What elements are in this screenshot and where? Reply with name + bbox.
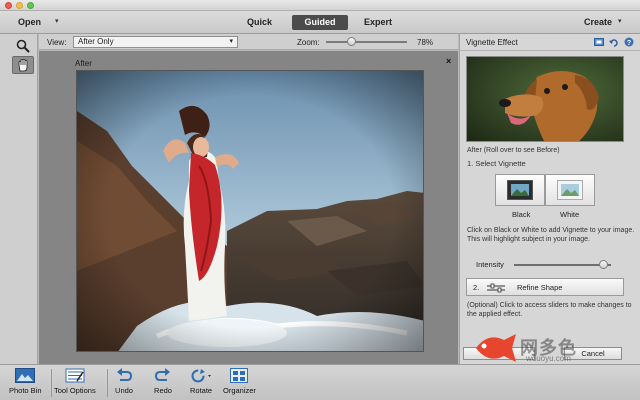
preview-thumbnail[interactable] bbox=[466, 56, 624, 142]
refine-shape-button[interactable]: 2. Refine Shape bbox=[466, 278, 624, 296]
hand-tool-button[interactable] bbox=[12, 56, 34, 74]
photo-bin-button[interactable]: Photo Bin bbox=[9, 367, 42, 395]
watermark-url: wduoyu.com bbox=[526, 354, 571, 363]
options-bar: View: After Only ▾ Zoom: 78% bbox=[39, 34, 458, 50]
chevron-down-icon[interactable]: ▾ bbox=[618, 17, 622, 25]
tab-quick[interactable]: Quick bbox=[247, 17, 272, 27]
window-titlebar bbox=[0, 0, 640, 11]
black-label: Black bbox=[512, 210, 531, 219]
white-label: White bbox=[560, 210, 580, 219]
undo-button[interactable]: Undo bbox=[113, 367, 135, 395]
rotate-button[interactable]: Rotate bbox=[190, 367, 212, 395]
watermark: 网多色 wduoyu.com bbox=[460, 332, 640, 364]
redo-icon bbox=[154, 368, 170, 381]
view-label: View: bbox=[47, 38, 67, 47]
rotate-label: Rotate bbox=[190, 386, 213, 395]
panel-title: Vignette Effect bbox=[466, 38, 518, 47]
screen-icon[interactable] bbox=[593, 37, 604, 47]
zoom-label: Zoom: bbox=[297, 38, 320, 47]
organizer-label: Organizer bbox=[223, 386, 256, 395]
tool-options-icon bbox=[65, 368, 85, 383]
organizer-button[interactable]: Organizer bbox=[223, 367, 256, 395]
open-menu[interactable]: Open bbox=[18, 17, 41, 27]
canvas-area[interactable]: After × bbox=[39, 51, 458, 364]
canvas-view-label: After bbox=[75, 59, 92, 68]
top-toolbar: Open ▾ Quick Guided Expert Create ▾ bbox=[0, 11, 640, 34]
zoom-window-button[interactable] bbox=[27, 2, 34, 9]
intensity-label: Intensity bbox=[476, 260, 504, 269]
close-window-button[interactable] bbox=[5, 2, 12, 9]
zoom-slider-thumb[interactable] bbox=[347, 37, 356, 46]
vignette-instructions: Click on Black or White to add Vignette … bbox=[467, 227, 635, 243]
guided-panel: Vignette Effect ? After (Roll over to se… bbox=[459, 34, 640, 364]
refine-shape-label: Refine Shape bbox=[517, 283, 563, 292]
tab-expert[interactable]: Expert bbox=[364, 17, 392, 27]
tool-options-button[interactable]: Tool Options bbox=[54, 367, 96, 395]
optional-hint: (Optional) Click to access sliders to ma… bbox=[467, 302, 632, 318]
redo-label: Redo bbox=[154, 386, 172, 395]
photo-bin-label: Photo Bin bbox=[9, 386, 42, 395]
black-vignette-button[interactable] bbox=[495, 174, 545, 206]
zoom-tool-button[interactable] bbox=[12, 37, 34, 55]
dark-landscape-icon bbox=[507, 180, 533, 200]
rotate-icon bbox=[191, 369, 212, 383]
reset-icon[interactable] bbox=[608, 37, 619, 47]
step-2-number: 2. bbox=[473, 283, 480, 292]
magnifier-icon bbox=[16, 39, 30, 53]
svg-text:?: ? bbox=[626, 40, 630, 47]
intensity-slider-track[interactable] bbox=[514, 264, 611, 266]
tool-options-label: Tool Options bbox=[54, 386, 96, 395]
close-icon[interactable]: × bbox=[446, 56, 451, 66]
undo-icon bbox=[117, 368, 133, 381]
zoom-value: 78% bbox=[417, 38, 434, 47]
step-1-label: 1. Select Vignette bbox=[467, 159, 526, 168]
bottom-bar: Photo Bin Tool Options Undo Redo Rotate … bbox=[0, 364, 640, 400]
bottom-divider bbox=[107, 369, 108, 397]
photo-bin-icon bbox=[15, 368, 36, 383]
chevron-down-icon: ▾ bbox=[229, 38, 233, 45]
edited-photo[interactable] bbox=[76, 70, 424, 352]
light-landscape-icon bbox=[557, 180, 583, 200]
fish-logo-icon bbox=[476, 334, 516, 362]
view-select[interactable]: After Only ▾ bbox=[73, 36, 238, 48]
dog-preview-image bbox=[467, 57, 623, 141]
rollover-hint: After (Roll over to see Before) bbox=[467, 147, 560, 154]
undo-label: Undo bbox=[115, 386, 133, 395]
tab-guided[interactable]: Guided bbox=[292, 15, 348, 30]
create-menu[interactable]: Create bbox=[584, 17, 612, 27]
minimize-window-button[interactable] bbox=[16, 2, 23, 9]
hand-icon bbox=[18, 59, 28, 72]
panel-divider bbox=[460, 50, 640, 51]
redo-button[interactable]: Redo bbox=[152, 367, 174, 395]
woman-on-rocks-photo bbox=[77, 71, 423, 351]
zoom-slider-track[interactable] bbox=[326, 41, 407, 43]
sliders-icon bbox=[487, 283, 505, 293]
panel-header-icons: ? bbox=[593, 37, 634, 47]
tool-strip bbox=[0, 34, 38, 364]
white-vignette-button[interactable] bbox=[545, 174, 595, 206]
organizer-icon bbox=[230, 368, 249, 383]
bottom-divider bbox=[51, 369, 52, 397]
intensity-slider-thumb[interactable] bbox=[598, 260, 608, 269]
help-icon[interactable]: ? bbox=[623, 37, 634, 47]
chevron-down-icon[interactable]: ▾ bbox=[55, 17, 59, 25]
view-select-value: After Only bbox=[78, 37, 114, 46]
